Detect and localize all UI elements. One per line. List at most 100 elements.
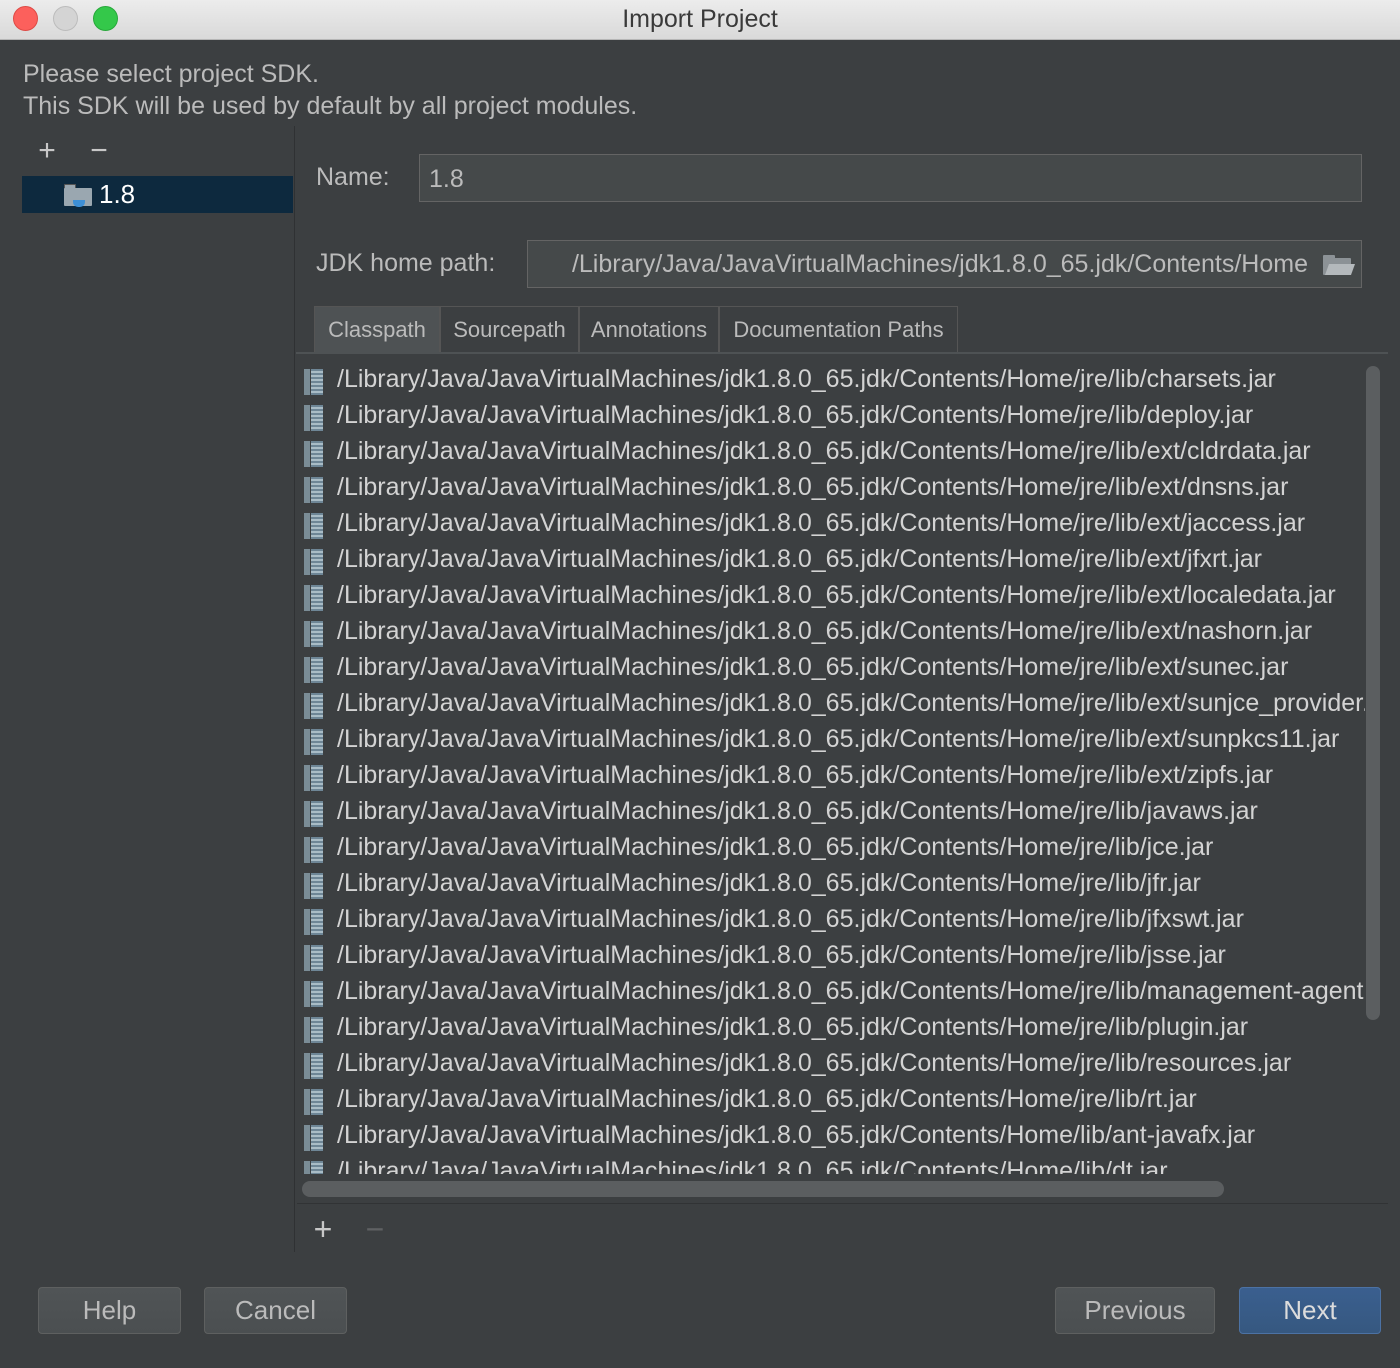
jar-icon (304, 1089, 324, 1115)
intro-line-2: This SDK will be used by default by all … (23, 92, 638, 120)
jar-icon (304, 441, 324, 467)
jar-icon (304, 693, 324, 719)
list-item-path: /Library/Java/JavaVirtualMachines/jdk1.8… (337, 905, 1244, 933)
list-item-path: /Library/Java/JavaVirtualMachines/jdk1.8… (337, 761, 1274, 789)
list-item[interactable]: /Library/Java/JavaVirtualMachines/jdk1.8… (297, 614, 1365, 650)
list-item[interactable]: /Library/Java/JavaVirtualMachines/jdk1.8… (297, 794, 1365, 830)
list-item-path: /Library/Java/JavaVirtualMachines/jdk1.8… (337, 833, 1214, 861)
list-item[interactable]: /Library/Java/JavaVirtualMachines/jdk1.8… (297, 650, 1365, 686)
jar-icon (304, 837, 324, 863)
list-item-path: /Library/Java/JavaVirtualMachines/jdk1.8… (337, 617, 1313, 645)
jar-icon (304, 729, 324, 755)
jar-icon (304, 369, 324, 395)
vertical-scrollbar[interactable] (1366, 366, 1380, 1020)
list-item-path: /Library/Java/JavaVirtualMachines/jdk1.8… (337, 653, 1289, 681)
jar-icon (304, 477, 324, 503)
panel-divider (294, 126, 295, 1252)
list-item-path: /Library/Java/JavaVirtualMachines/jdk1.8… (337, 725, 1340, 753)
list-item[interactable]: /Library/Java/JavaVirtualMachines/jdk1.8… (297, 1118, 1365, 1154)
list-item-path: /Library/Java/JavaVirtualMachines/jdk1.8… (337, 1013, 1249, 1041)
list-item[interactable]: /Library/Java/JavaVirtualMachines/jdk1.8… (297, 1046, 1365, 1082)
list-item[interactable]: /Library/Java/JavaVirtualMachines/jdk1.8… (297, 1010, 1365, 1046)
jar-icon (304, 1053, 324, 1079)
browse-folder-icon[interactable] (1323, 253, 1356, 277)
next-button[interactable]: Next (1239, 1287, 1381, 1334)
jar-icon (304, 765, 324, 791)
remove-classpath-button[interactable]: − (360, 1213, 390, 1245)
jar-icon (304, 585, 324, 611)
list-item[interactable]: /Library/Java/JavaVirtualMachines/jdk1.8… (297, 506, 1365, 542)
jar-icon (304, 621, 324, 647)
jar-icon (304, 549, 324, 575)
jdk-home-path-label: JDK home path: (316, 249, 496, 277)
tabs-underline (296, 352, 1388, 354)
sdk-name-field[interactable]: 1.8 (419, 154, 1362, 202)
intro-text: Please select project SDK. This SDK will… (23, 58, 637, 122)
list-item-path: /Library/Java/JavaVirtualMachines/jdk1.8… (337, 1085, 1197, 1113)
list-item[interactable]: /Library/Java/JavaVirtualMachines/jdk1.8… (297, 830, 1365, 866)
list-item-path: /Library/Java/JavaVirtualMachines/jdk1.8… (337, 581, 1336, 609)
list-item[interactable]: /Library/Java/JavaVirtualMachines/jdk1.8… (297, 578, 1365, 614)
list-item[interactable]: /Library/Java/JavaVirtualMachines/jdk1.8… (297, 542, 1365, 578)
sdk-list-item[interactable]: 1.8 (22, 176, 293, 213)
sdk-list-item-label: 1.8 (99, 179, 136, 209)
list-item[interactable]: /Library/Java/JavaVirtualMachines/jdk1.8… (297, 902, 1365, 938)
previous-button[interactable]: Previous (1055, 1287, 1215, 1334)
remove-sdk-button[interactable]: − (84, 136, 114, 166)
list-item-path: /Library/Java/JavaVirtualMachines/jdk1.8… (337, 509, 1306, 537)
add-sdk-button[interactable]: + (32, 136, 62, 166)
list-item[interactable]: /Library/Java/JavaVirtualMachines/jdk1.8… (297, 722, 1365, 758)
list-item[interactable]: /Library/Java/JavaVirtualMachines/jdk1.8… (297, 866, 1365, 902)
list-item[interactable]: /Library/Java/JavaVirtualMachines/jdk1.8… (297, 686, 1365, 722)
list-item[interactable]: /Library/Java/JavaVirtualMachines/jdk1.8… (297, 470, 1365, 506)
tab-documentation-paths[interactable]: Documentation Paths (719, 306, 958, 352)
jar-icon (304, 1161, 324, 1174)
classpath-panel: /Library/Java/JavaVirtualMachines/jdk1.8… (297, 358, 1388, 1204)
list-item-path: /Library/Java/JavaVirtualMachines/jdk1.8… (337, 977, 1365, 1005)
jdk-home-path-value: /Library/Java/JavaVirtualMachines/jdk1.8… (571, 250, 1308, 278)
help-button[interactable]: Help (38, 1287, 181, 1334)
tab-classpath[interactable]: Classpath (314, 306, 440, 352)
list-item[interactable]: /Library/Java/JavaVirtualMachines/jdk1.8… (297, 938, 1365, 974)
jar-icon (304, 657, 324, 683)
jar-icon (304, 981, 324, 1007)
sdk-list: 1.8 (22, 176, 293, 1252)
list-item-path: /Library/Java/JavaVirtualMachines/jdk1.8… (337, 1049, 1292, 1077)
list-item-path: /Library/Java/JavaVirtualMachines/jdk1.8… (337, 941, 1226, 969)
list-item[interactable]: /Library/Java/JavaVirtualMachines/jdk1.8… (297, 1082, 1365, 1118)
list-item-path: /Library/Java/JavaVirtualMachines/jdk1.8… (337, 797, 1258, 825)
horizontal-scrollbar[interactable] (302, 1181, 1224, 1197)
jar-icon (304, 1125, 324, 1151)
jdk-home-path-field[interactable]: /Library/Java/JavaVirtualMachines/jdk1.8… (527, 240, 1362, 288)
list-item-path: /Library/Java/JavaVirtualMachines/jdk1.8… (337, 545, 1262, 573)
cancel-button[interactable]: Cancel (204, 1287, 347, 1334)
list-item[interactable]: /Library/Java/JavaVirtualMachines/jdk1.8… (297, 1154, 1365, 1174)
list-item[interactable]: /Library/Java/JavaVirtualMachines/jdk1.8… (297, 974, 1365, 1010)
list-item-path: /Library/Java/JavaVirtualMachines/jdk1.8… (337, 437, 1311, 465)
list-item-path: /Library/Java/JavaVirtualMachines/jdk1.8… (337, 401, 1254, 429)
list-item-path: /Library/Java/JavaVirtualMachines/jdk1.8… (337, 1121, 1256, 1149)
jar-icon (304, 801, 324, 827)
classpath-list[interactable]: /Library/Java/JavaVirtualMachines/jdk1.8… (297, 362, 1365, 1174)
window-title: Import Project (622, 5, 778, 33)
list-item[interactable]: /Library/Java/JavaVirtualMachines/jdk1.8… (297, 434, 1365, 470)
jar-icon (304, 945, 324, 971)
list-item-path: /Library/Java/JavaVirtualMachines/jdk1.8… (337, 473, 1289, 501)
list-item[interactable]: /Library/Java/JavaVirtualMachines/jdk1.8… (297, 362, 1365, 398)
jar-icon (304, 873, 324, 899)
title-bar: Import Project (0, 0, 1400, 40)
list-item-path: /Library/Java/JavaVirtualMachines/jdk1.8… (337, 1157, 1168, 1174)
list-item-path: /Library/Java/JavaVirtualMachines/jdk1.8… (337, 869, 1201, 897)
jar-icon (304, 513, 324, 539)
tab-annotations[interactable]: Annotations (579, 306, 719, 352)
intro-line-1: Please select project SDK. (23, 60, 319, 88)
jar-icon (304, 909, 324, 935)
jar-icon (304, 1017, 324, 1043)
add-classpath-button[interactable]: + (308, 1213, 338, 1245)
list-item[interactable]: /Library/Java/JavaVirtualMachines/jdk1.8… (297, 758, 1365, 794)
tab-sourcepath[interactable]: Sourcepath (440, 306, 579, 352)
list-item[interactable]: /Library/Java/JavaVirtualMachines/jdk1.8… (297, 398, 1365, 434)
jdk-folder-icon (64, 184, 92, 207)
list-item-path: /Library/Java/JavaVirtualMachines/jdk1.8… (337, 365, 1276, 393)
jar-icon (304, 405, 324, 431)
